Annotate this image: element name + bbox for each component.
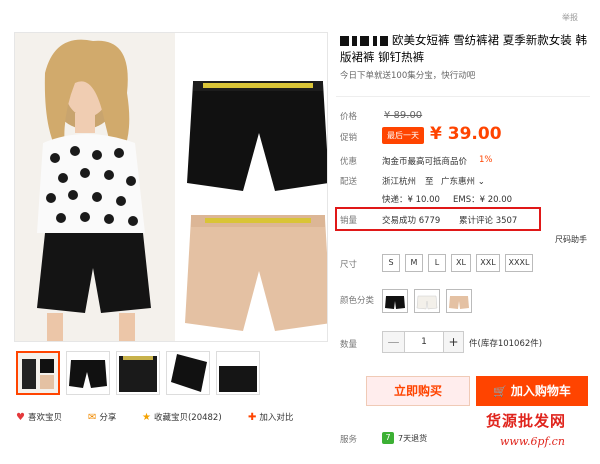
quantity-increase-button[interactable]: + [443,332,463,352]
model-photo [15,33,175,341]
watermark-url: www.6pf.cn [500,435,565,448]
watermark-text: 货源批发网 [486,412,567,430]
color-option-white[interactable] [414,289,440,313]
promo-badge: 最后一天 [382,127,424,144]
promo-price: ¥ 39.00 [430,124,502,144]
size-label: 尺寸 [340,260,358,270]
size-helper-link[interactable]: 尺码助手 [555,234,587,245]
color-option-black[interactable] [382,289,408,313]
ems-fee: EMS：¥ 20.00 [453,195,513,205]
size-option-xl[interactable]: XL [451,254,471,272]
plus-icon: ✚ [248,412,257,423]
ship-from: 浙江杭州 [382,177,417,187]
product-subtitle: 今日下单就送100集分宝，快行动吧 [340,71,476,81]
review-count[interactable]: 累计评论 3507 [459,214,517,226]
thumbnail-1[interactable] [16,351,60,395]
quantity-label: 数量 [340,340,358,350]
divider [336,96,590,97]
size-option-xxl[interactable]: XXL [476,254,500,272]
product-actions: ♥ 喜欢宝贝 ✉ 分享 ★ 收藏宝贝(20482) ✚ 加入对比 [16,411,336,427]
beige-shorts-photo [185,215,327,331]
brand-logo [340,35,388,46]
black-shorts-photo [187,81,327,191]
favorite-link[interactable]: ★ 收藏宝贝(20482) [142,411,222,423]
express-fee: 快递：¥ 10.00 [382,195,440,205]
sales-label: 销量 [340,216,358,226]
size-option-m[interactable]: M [405,254,423,272]
size-option-xxxl[interactable]: XXXL [505,254,533,272]
price-label: 价格 [340,112,358,122]
share-icon: ✉ [88,412,97,423]
thumbnail-3[interactable] [116,351,160,395]
add-to-cart-button[interactable]: 🛒 加入购物车 [476,376,588,406]
service-label: 服务 [340,435,358,445]
star-icon: ★ [142,412,151,423]
size-option-l[interactable]: L [428,254,446,272]
like-link[interactable]: ♥ 喜欢宝贝 [16,411,62,423]
promo-label: 促销 [340,133,358,143]
product-title: 欧美女短裤 雪纺裤裙 夏季新款女装 韩版裙裤 铆钉热裤 [340,32,590,66]
color-option-beige[interactable] [446,289,472,313]
sales-count: 交易成功 6779 [382,216,441,226]
return-policy-text[interactable]: 7天退货 [398,433,427,444]
size-option-s[interactable]: S [382,254,400,272]
quantity-input[interactable]: 1 [405,332,443,352]
main-product-image[interactable] [14,32,328,342]
report-link[interactable]: 举报 [562,12,578,23]
thumbnail-4[interactable] [166,351,210,395]
return-policy-icon: 7 [382,432,394,444]
thumbnail-2[interactable] [66,351,110,395]
quantity-decrease-button[interactable]: — [383,332,405,352]
stock-count: 件(库存101062件) [469,339,543,349]
original-price: ¥ 89.00 [384,110,423,121]
quantity-stepper: — 1 + [382,331,464,353]
cart-icon: 🛒 [493,385,507,398]
compare-link[interactable]: ✚ 加入对比 [248,411,293,423]
share-link[interactable]: ✉ 分享 [88,411,116,423]
color-label: 颜色分类 [340,296,375,306]
ship-destination-select[interactable]: 广东惠州 ⌄ [441,175,485,187]
heart-icon: ♥ [16,412,25,423]
perk-percent: 1% [479,155,493,165]
thumbnail-strip [16,351,326,397]
thumbnail-5[interactable] [216,351,260,395]
buy-now-button[interactable]: 立即购买 [366,376,470,406]
ship-to-word: 至 [425,177,434,187]
perk-text: 淘金币最高可抵商品价 [382,157,468,167]
perk-label: 优惠 [340,157,358,167]
shipping-label: 配送 [340,177,358,187]
